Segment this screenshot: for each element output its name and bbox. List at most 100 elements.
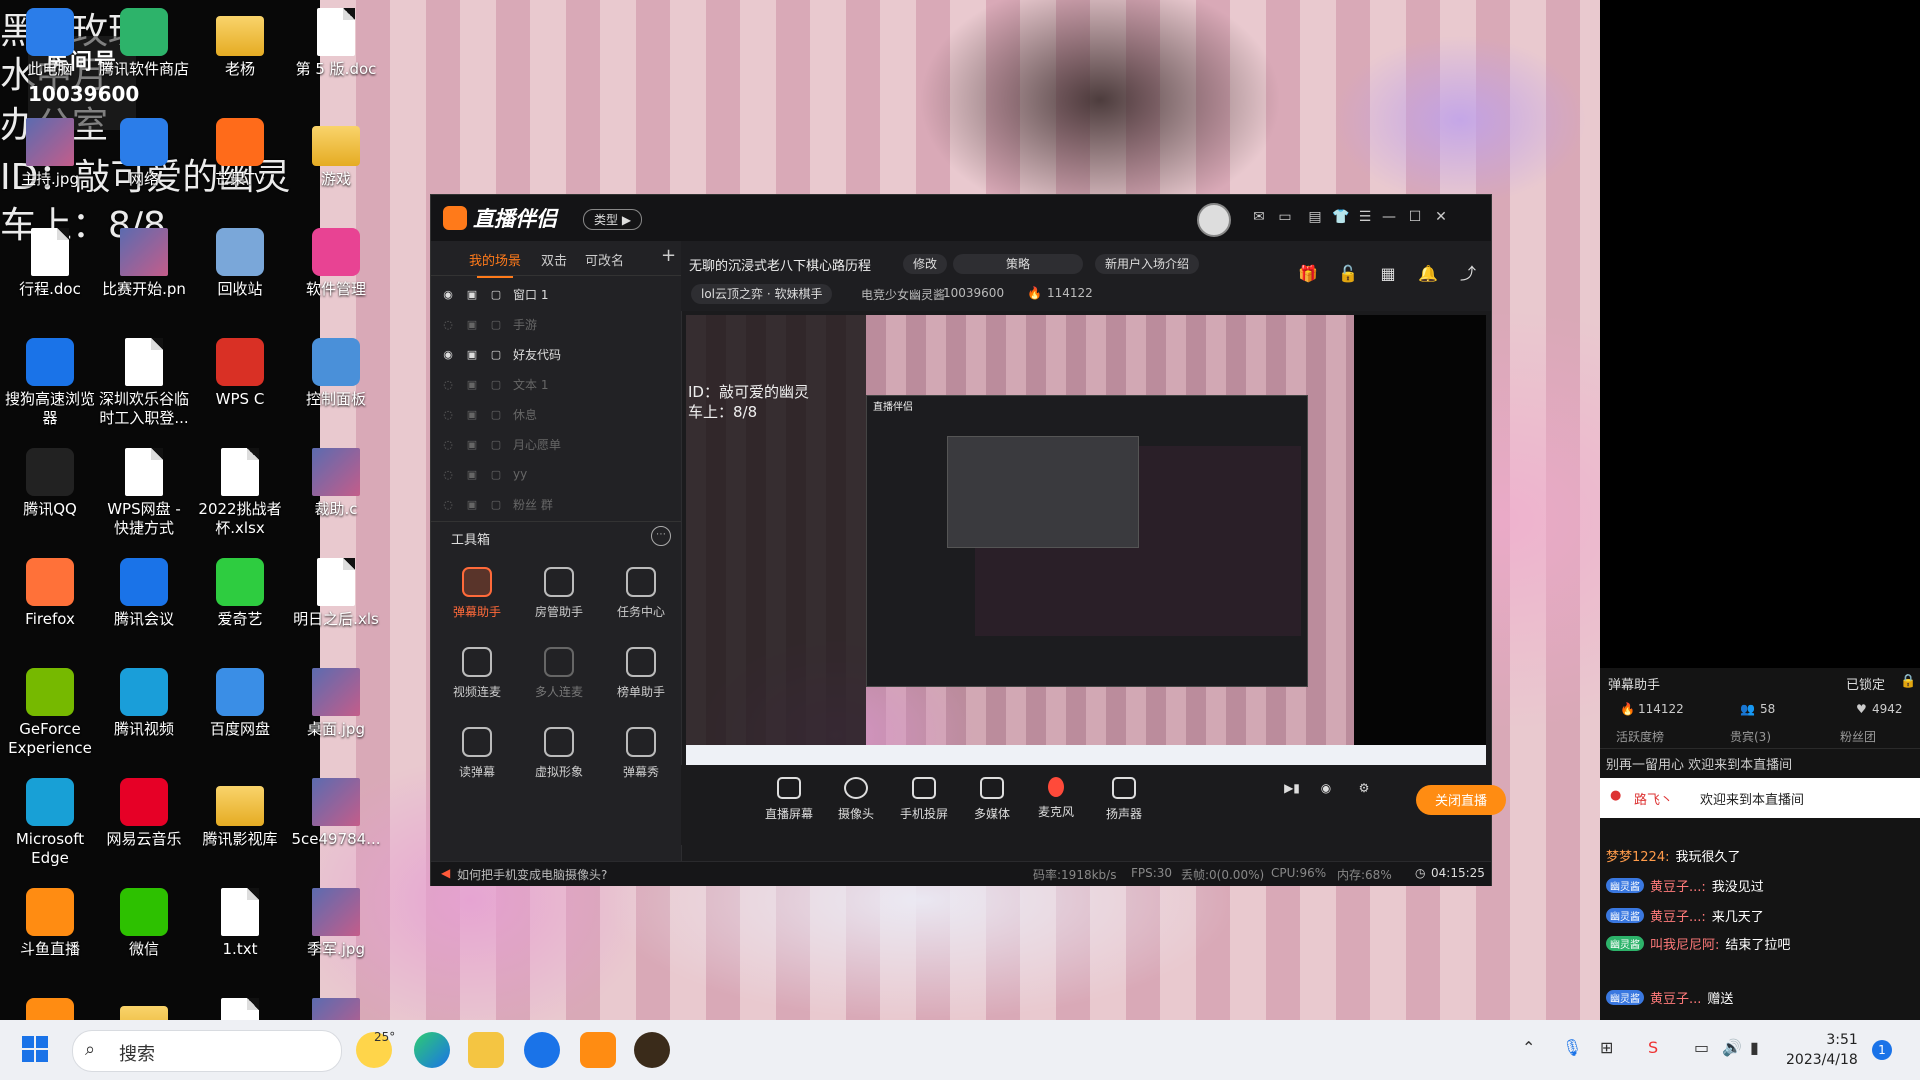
taskbar-douyu-icon[interactable]	[580, 1032, 616, 1068]
desktop-icon[interactable]: 2022挑战者杯.xlsx	[194, 448, 286, 538]
settings-icon[interactable]: ⚙	[1349, 781, 1379, 795]
desktop-icon[interactable]: 老杨	[194, 8, 286, 79]
skin-icon[interactable]: 👕	[1331, 207, 1351, 227]
visibility-eye-icon[interactable]: ◉	[441, 288, 455, 301]
desktop-icon[interactable]: 搜狗高速浏览器	[4, 338, 96, 428]
tool-button[interactable]: 多人连麦	[519, 647, 599, 700]
gift-icon[interactable]: 🎁	[1297, 263, 1319, 285]
close-icon[interactable]: ✕	[1431, 207, 1451, 227]
tray-mic-icon[interactable]: 🎙	[1562, 1038, 1582, 1057]
tool-button[interactable]: 任务中心	[601, 567, 681, 620]
desktop-icon[interactable]: 斗鱼直播	[4, 888, 96, 959]
user-avatar[interactable]	[1197, 203, 1231, 237]
microphone-button[interactable]: 麦克风	[1021, 777, 1091, 820]
layout-icon[interactable]: ▦	[1377, 263, 1399, 285]
phone-cast-button[interactable]: 手机投屏	[889, 777, 959, 822]
share-icon[interactable]: ⤴	[1457, 263, 1479, 285]
record-toggle-icon[interactable]: ▶▮	[1277, 781, 1307, 795]
tray-wps-icon[interactable]: S	[1648, 1038, 1658, 1057]
unlock-icon[interactable]: 🔓	[1337, 263, 1359, 285]
chat-nickname[interactable]: 梦梦1224:	[1606, 846, 1669, 865]
taskbar-lol-icon[interactable]	[634, 1032, 670, 1068]
source-item[interactable]: ◌ ▣ ▢ 休息	[441, 401, 537, 427]
taskbar-edge-icon[interactable]	[414, 1032, 450, 1068]
desktop-icon[interactable]: 季军.jpg	[290, 888, 382, 959]
visibility-eye-icon[interactable]: ◌	[441, 378, 455, 391]
desktop-icon[interactable]: 裁助.c	[290, 448, 382, 519]
lock-icon[interactable]: ▣	[465, 318, 479, 331]
source-item[interactable]: ◌ ▣ ▢ 月心愿单	[441, 431, 561, 457]
tray-ime-icon[interactable]: ⊞	[1600, 1038, 1613, 1057]
desktop-icon[interactable]: 爱奇艺	[194, 558, 286, 629]
lock-icon[interactable]: ▣	[465, 288, 479, 301]
lock-icon[interactable]: ▣	[465, 468, 479, 481]
tab-activity-rank[interactable]: 活跃度榜	[1616, 728, 1664, 745]
desktop-icon[interactable]: WPS C	[194, 338, 286, 409]
tool-button[interactable]: 房管助手	[519, 567, 599, 620]
bell-icon[interactable]: 🔔	[1417, 263, 1439, 285]
desktop-icon[interactable]: 网易云音乐	[98, 778, 190, 849]
tab-fan-club[interactable]: 粉丝团	[1840, 728, 1876, 745]
taskbar-search[interactable]: ⌕ 搜索	[72, 1030, 342, 1072]
visibility-eye-icon[interactable]: ◌	[441, 438, 455, 451]
desktop-icon[interactable]: 腾讯影视库	[194, 778, 286, 849]
tab-vip[interactable]: 贵宾(3)	[1730, 728, 1771, 745]
desktop-icon[interactable]: 软件管理	[290, 228, 382, 299]
source-item[interactable]: ◉ ▣ ▢ 窗口 1	[441, 281, 548, 307]
desktop-icon[interactable]: Microsoft Edge	[4, 778, 96, 868]
tool-button[interactable]: 虚拟形象	[519, 727, 599, 780]
visibility-eye-icon[interactable]: ◌	[441, 408, 455, 421]
tool-button[interactable]: 视频连麦	[437, 647, 517, 700]
lock-icon[interactable]: ▣	[465, 408, 479, 421]
visibility-eye-icon[interactable]: ◉	[441, 348, 455, 361]
taskbar-sogou-icon[interactable]	[524, 1032, 560, 1068]
desktop-icon[interactable]: 网络	[98, 118, 190, 189]
speaker-button[interactable]: 扬声器	[1089, 777, 1159, 822]
desktop-icon[interactable]: 深圳欢乐谷临时工入职登...	[98, 338, 190, 428]
lock-icon[interactable]: ▣	[465, 438, 479, 451]
add-scene-icon[interactable]: +	[661, 245, 676, 266]
more-icon[interactable]: ⋯	[651, 526, 671, 546]
source-item[interactable]: ◉ ▣ ▢ 好友代码	[441, 341, 561, 367]
desktop-icon[interactable]: 腾讯QQ	[4, 448, 96, 519]
tab-rename[interactable]: 可改名	[585, 250, 624, 269]
desktop-icon[interactable]: 5ce49784...	[290, 778, 382, 849]
desktop-icon[interactable]: 百度网盘	[194, 668, 286, 739]
visibility-eye-icon[interactable]: ◌	[441, 318, 455, 331]
desktop-icon[interactable]: 芒果TV	[194, 118, 286, 189]
tray-battery-icon[interactable]: ▮	[1750, 1038, 1759, 1057]
tip-link[interactable]: 如何把手机变成电脑摄像头?	[457, 866, 607, 883]
desktop-icon[interactable]: 控制面板	[290, 338, 382, 409]
stream-preview[interactable]: ID：敲可爱的幽灵 车上：8/8 直播伴侣	[686, 315, 1486, 765]
desktop-icon[interactable]: 腾讯视频	[98, 668, 190, 739]
lock-icon[interactable]: ▣	[465, 378, 479, 391]
desktop-icon[interactable]: 游戏	[290, 118, 382, 189]
desktop-icon[interactable]: 比赛开始.pn	[98, 228, 190, 299]
tab-my-scenes[interactable]: 我的场景	[469, 250, 521, 278]
menu-icon[interactable]: ☰	[1355, 207, 1375, 227]
minimize-icon[interactable]: —	[1379, 207, 1399, 227]
system-clock[interactable]: 3:51 2023/4/18	[1786, 1030, 1858, 1070]
source-item[interactable]: ◌ ▣ ▢ yy	[441, 461, 527, 487]
tray-network-icon[interactable]: ▭	[1694, 1038, 1709, 1057]
strategy-field[interactable]: 策略	[953, 254, 1083, 274]
desktop-icon[interactable]: 微信	[98, 888, 190, 959]
tool-button[interactable]: 弹幕助手	[437, 567, 517, 620]
chat-nickname[interactable]: 叫我尼尼阿:	[1650, 934, 1719, 953]
desktop-icon[interactable]: WPS网盘 - 快捷方式	[98, 448, 190, 538]
desktop-icon[interactable]: 腾讯会议	[98, 558, 190, 629]
chat-lock-status[interactable]: 已锁定	[1846, 674, 1885, 693]
mail-icon[interactable]: ✉	[1249, 207, 1269, 227]
lock-icon[interactable]: 🔒	[1900, 674, 1916, 689]
desktop-icon[interactable]: 主持.jpg	[4, 118, 96, 189]
desktop-icon[interactable]: 回收站	[194, 228, 286, 299]
desktop-icon[interactable]: 此电脑	[4, 8, 96, 79]
lock-icon[interactable]: ▣	[465, 498, 479, 511]
tool-button[interactable]: 读弹幕	[437, 727, 517, 780]
chat-nickname[interactable]: 黄豆子...	[1650, 988, 1701, 1007]
edit-title-button[interactable]: 修改	[903, 254, 948, 274]
tab-double-click[interactable]: 双击	[541, 250, 567, 269]
chat-nickname[interactable]: 黄豆子...:	[1650, 906, 1706, 925]
chat-nickname[interactable]: 黄豆子...:	[1650, 876, 1706, 895]
new-user-intro-field[interactable]: 新用户入场介绍	[1095, 254, 1200, 274]
